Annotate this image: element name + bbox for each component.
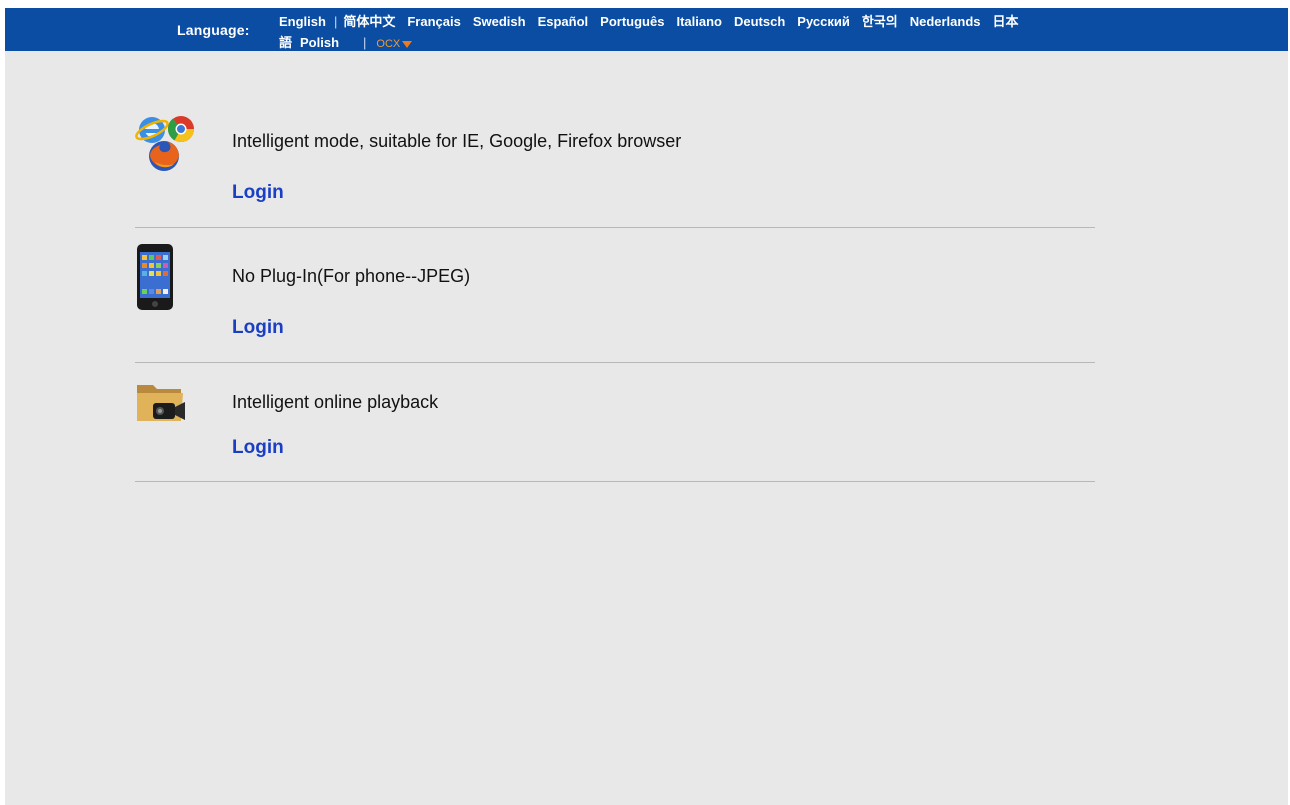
lang-dutch[interactable]: Nederlands <box>910 14 981 29</box>
ocx-separator: | <box>363 35 367 50</box>
lang-swedish[interactable]: Swedish <box>473 14 526 29</box>
language-list-row-2: 語 Polish | OCX <box>279 32 413 51</box>
entry-browser-title: Intelligent mode, suitable for IE, Googl… <box>232 131 682 151</box>
entry-browser-mode: Intelligent mode, suitable for IE, Googl… <box>135 108 1095 228</box>
lang-german[interactable]: Deutsch <box>734 14 785 29</box>
lang-polish[interactable]: Polish <box>300 35 339 50</box>
entry-phone-mode: No Plug-In(For phone--JPEG) Login <box>135 228 1095 363</box>
phone-icon <box>137 244 173 310</box>
lang-russian[interactable]: Русский <box>797 14 850 29</box>
lang-korean[interactable]: 한국의 <box>862 14 898 29</box>
lang-italian[interactable]: Italiano <box>676 14 722 29</box>
ocx-download-link[interactable]: OCX <box>376 38 413 50</box>
download-arrow-icon <box>402 41 413 48</box>
lang-japanese-part1[interactable]: 日本 <box>993 14 1019 29</box>
entry-browser-login-link[interactable]: Login <box>232 182 284 204</box>
lang-portuguese[interactable]: Português <box>600 14 664 29</box>
language-label: Language: <box>177 22 250 38</box>
entry-playback-login-link[interactable]: Login <box>232 437 284 459</box>
lang-chinese-simplified[interactable]: 简体中文 <box>343 14 395 29</box>
ocx-label: OCX <box>376 38 401 50</box>
lang-separator: | <box>333 14 338 29</box>
entry-playback-title: Intelligent online playback <box>232 392 439 412</box>
lang-english[interactable]: English <box>279 14 326 29</box>
browsers-icon <box>135 116 195 171</box>
page-frame: Language: English | 简体中文 Français Swedish Esp… <box>5 8 1288 805</box>
entry-phone-login-link[interactable]: Login <box>232 317 284 339</box>
entry-phone-title: No Plug-In(For phone--JPEG) <box>232 266 471 286</box>
lang-spanish[interactable]: Español <box>538 14 589 29</box>
language-list-row-1: English | 简体中文 Français Swedish Español Portug… <box>279 11 1019 30</box>
folder-camera-icon <box>137 385 185 421</box>
entry-playback-mode: Intelligent online playback Login <box>135 363 1095 482</box>
language-bar: Language: English | 简体中文 Français Swedish Esp… <box>5 8 1288 51</box>
lang-japanese-part2[interactable]: 語 <box>279 35 292 50</box>
lang-french[interactable]: Français <box>407 14 460 29</box>
